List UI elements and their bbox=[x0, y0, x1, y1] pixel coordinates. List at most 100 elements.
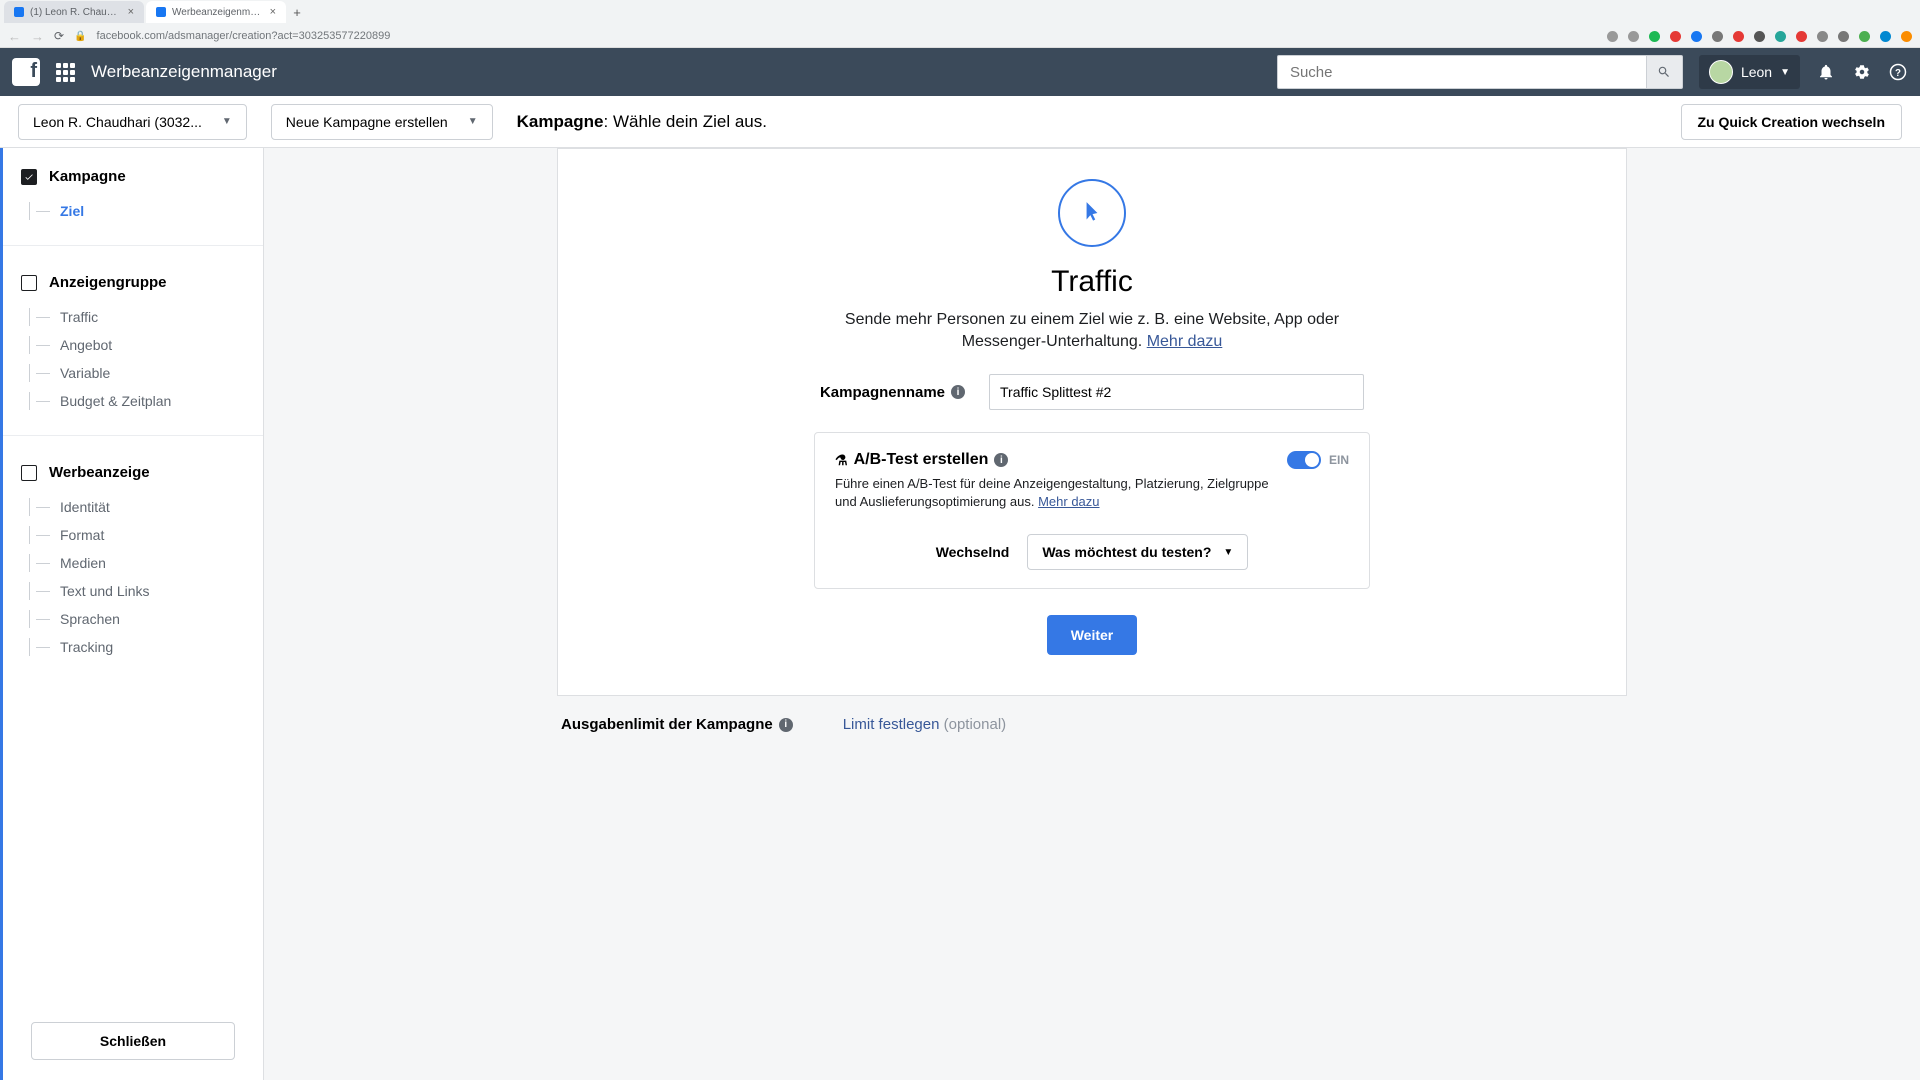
adset-icon bbox=[21, 275, 37, 291]
close-icon[interactable]: × bbox=[128, 6, 134, 18]
sidebar-item-variable[interactable]: Variable bbox=[21, 359, 245, 387]
campaign-name-input[interactable] bbox=[989, 374, 1364, 410]
search-input[interactable] bbox=[1277, 55, 1647, 89]
chevron-down-icon: ▼ bbox=[1780, 67, 1790, 78]
account-name: Leon R. Chaudhari (3032... bbox=[33, 114, 202, 130]
extension-icons bbox=[1607, 31, 1912, 42]
chevron-down-icon: ▼ bbox=[1223, 547, 1233, 558]
settings-icon[interactable] bbox=[1852, 62, 1872, 82]
sidebar-item-ziel[interactable]: Ziel bbox=[21, 197, 245, 225]
sidebar: Kampagne Ziel Anzeigengruppe Traffic Ang… bbox=[0, 148, 264, 1080]
search-icon bbox=[1657, 65, 1671, 79]
ext-icon[interactable] bbox=[1691, 31, 1702, 42]
ext-icon[interactable] bbox=[1838, 31, 1849, 42]
ext-icon[interactable] bbox=[1901, 31, 1912, 42]
svg-text:?: ? bbox=[1895, 68, 1901, 79]
sidebar-item-budget[interactable]: Budget & Zeitplan bbox=[21, 387, 245, 415]
user-name: Leon bbox=[1741, 64, 1772, 80]
sidebar-item-identitaet[interactable]: Identität bbox=[21, 493, 245, 521]
continue-button[interactable]: Weiter bbox=[1047, 615, 1138, 655]
spend-limit-label: Ausgabenlimit der Kampagne i bbox=[561, 716, 793, 733]
campaign-dropdown-label: Neue Kampagne erstellen bbox=[286, 114, 448, 130]
ext-icon[interactable] bbox=[1712, 31, 1723, 42]
variable-select[interactable]: Was möchtest du testen? ▼ bbox=[1027, 534, 1248, 570]
sidebar-section-ad[interactable]: Werbeanzeige bbox=[21, 464, 245, 481]
ext-icon[interactable] bbox=[1670, 31, 1681, 42]
sidebar-item-format[interactable]: Format bbox=[21, 521, 245, 549]
ext-icon[interactable] bbox=[1754, 31, 1765, 42]
sidebar-item-tracking[interactable]: Tracking bbox=[21, 633, 245, 661]
search-container bbox=[1277, 55, 1683, 89]
set-limit-action: Limit festlegen (optional) bbox=[843, 716, 1006, 733]
ab-test-toggle[interactable] bbox=[1287, 451, 1321, 469]
reload-icon[interactable]: ⟳ bbox=[54, 29, 64, 43]
sidebar-item-medien[interactable]: Medien bbox=[21, 549, 245, 577]
sidebar-section-adset[interactable]: Anzeigengruppe bbox=[21, 274, 245, 291]
info-icon[interactable]: i bbox=[951, 385, 965, 399]
learn-more-link[interactable]: Mehr dazu bbox=[1147, 333, 1223, 350]
ext-icon[interactable] bbox=[1733, 31, 1744, 42]
ext-icon[interactable] bbox=[1817, 31, 1828, 42]
tab-title: Werbeanzeigenmanager - Cre bbox=[172, 7, 264, 18]
ab-test-description: Führe einen A/B-Test für deine Anzeigeng… bbox=[835, 475, 1271, 510]
chevron-down-icon: ▼ bbox=[468, 116, 478, 127]
sidebar-section-campaign[interactable]: Kampagne bbox=[21, 168, 245, 185]
ext-icon[interactable] bbox=[1796, 31, 1807, 42]
ext-icon[interactable] bbox=[1649, 31, 1660, 42]
main-content: Traffic Sende mehr Personen zu einem Zie… bbox=[264, 148, 1920, 1080]
sidebar-item-angebot[interactable]: Angebot bbox=[21, 331, 245, 359]
tab-title: (1) Leon R. Chaudhari | Faceb bbox=[30, 7, 122, 18]
help-icon[interactable]: ? bbox=[1888, 62, 1908, 82]
favicon bbox=[156, 7, 166, 17]
sidebar-item-sprachen[interactable]: Sprachen bbox=[21, 605, 245, 633]
variable-label: Wechselnd bbox=[936, 544, 1010, 560]
app-header: f Werbeanzeigenmanager Leon ▼ ? bbox=[0, 48, 1920, 96]
quick-creation-button[interactable]: Zu Quick Creation wechseln bbox=[1681, 104, 1903, 140]
spend-limit-row: Ausgabenlimit der Kampagne i Limit festl… bbox=[557, 708, 1627, 741]
forward-icon: → bbox=[31, 29, 44, 44]
account-selector[interactable]: Leon R. Chaudhari (3032... ▼ bbox=[18, 104, 247, 140]
campaign-name-label: Kampagnenname i bbox=[820, 384, 965, 401]
app-title: Werbeanzeigenmanager bbox=[91, 62, 277, 82]
objective-card: Traffic Sende mehr Personen zu einem Zie… bbox=[557, 148, 1627, 696]
checkbox-checked-icon bbox=[21, 169, 37, 185]
avatar bbox=[1709, 60, 1733, 84]
ext-icon[interactable] bbox=[1775, 31, 1786, 42]
set-limit-link[interactable]: Limit festlegen bbox=[843, 716, 940, 733]
apps-menu-icon[interactable] bbox=[56, 63, 75, 82]
browser-tab[interactable]: (1) Leon R. Chaudhari | Faceb × bbox=[4, 1, 144, 23]
info-icon[interactable]: i bbox=[779, 718, 793, 732]
ad-icon bbox=[21, 465, 37, 481]
traffic-objective-icon bbox=[1058, 179, 1126, 247]
new-tab-button[interactable]: + bbox=[288, 5, 306, 20]
favicon bbox=[14, 7, 24, 17]
back-icon[interactable]: ← bbox=[8, 29, 21, 44]
close-icon[interactable]: × bbox=[270, 6, 276, 18]
facebook-logo[interactable]: f bbox=[12, 58, 40, 86]
info-icon[interactable]: i bbox=[994, 453, 1008, 467]
ext-icon[interactable] bbox=[1628, 31, 1639, 42]
sub-header: Leon R. Chaudhari (3032... ▼ Neue Kampag… bbox=[0, 96, 1920, 148]
ext-icon[interactable] bbox=[1859, 31, 1870, 42]
ext-icon[interactable] bbox=[1880, 31, 1891, 42]
objective-description: Sende mehr Personen zu einem Ziel wie z.… bbox=[812, 309, 1372, 352]
chevron-down-icon: ▼ bbox=[222, 116, 232, 127]
learn-more-link[interactable]: Mehr dazu bbox=[1038, 494, 1099, 509]
campaign-dropdown[interactable]: Neue Kampagne erstellen ▼ bbox=[271, 104, 493, 140]
search-button[interactable] bbox=[1647, 55, 1683, 89]
breadcrumb: Kampagne: Wähle dein Ziel aus. bbox=[517, 112, 767, 132]
user-menu[interactable]: Leon ▼ bbox=[1699, 55, 1800, 89]
browser-tab-active[interactable]: Werbeanzeigenmanager - Cre × bbox=[146, 1, 286, 23]
objective-title: Traffic bbox=[598, 265, 1586, 299]
sidebar-item-text[interactable]: Text und Links bbox=[21, 577, 245, 605]
ab-test-title: ⚗ A/B-Test erstellen i bbox=[835, 451, 1271, 469]
ext-icon[interactable] bbox=[1607, 31, 1618, 42]
close-button[interactable]: Schließen bbox=[31, 1022, 235, 1060]
notifications-icon[interactable] bbox=[1816, 62, 1836, 82]
ab-test-box: ⚗ A/B-Test erstellen i Führe einen A/B-T… bbox=[814, 432, 1370, 589]
browser-chrome: (1) Leon R. Chaudhari | Faceb × Werbeanz… bbox=[0, 0, 1920, 48]
flask-icon: ⚗ bbox=[835, 452, 848, 469]
address-bar[interactable]: facebook.com/adsmanager/creation?act=303… bbox=[97, 30, 391, 42]
sidebar-item-traffic[interactable]: Traffic bbox=[21, 303, 245, 331]
lock-icon: 🔒 bbox=[74, 31, 86, 42]
